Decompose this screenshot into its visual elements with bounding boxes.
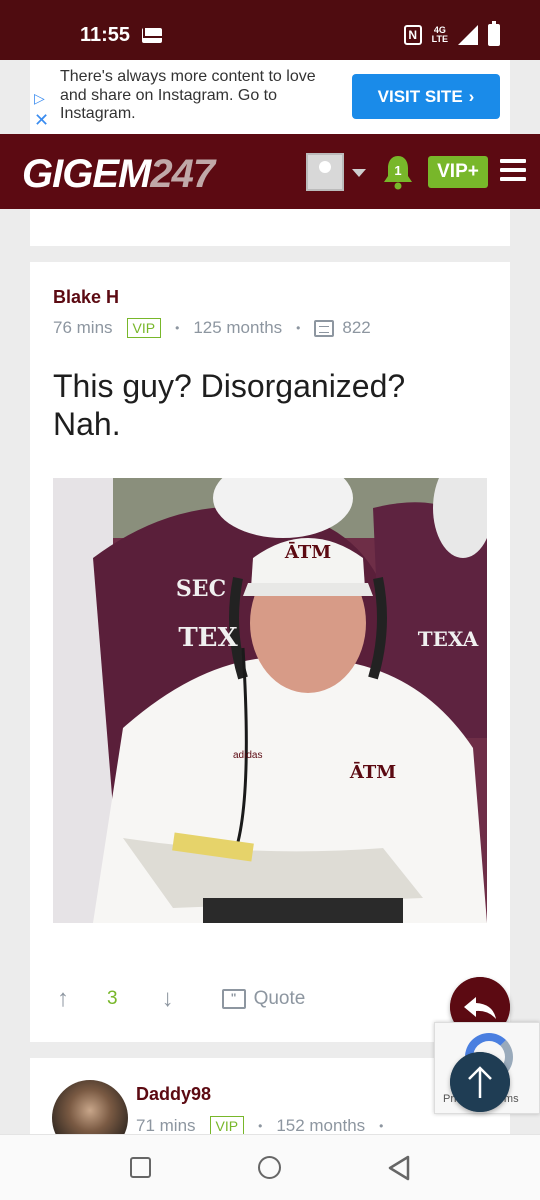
recents-icon[interactable] <box>130 1157 151 1178</box>
close-icon[interactable]: ✕ <box>34 110 49 131</box>
notification-count: 1 <box>394 163 401 178</box>
svg-text:TEXA: TEXA <box>418 627 479 651</box>
quote-icon[interactable]: " <box>221 989 246 1009</box>
post-time: 76 mins <box>53 318 113 337</box>
quote-button[interactable]: Quote <box>254 988 306 1010</box>
downvote-arrow-icon[interactable]: ↓ <box>162 985 174 1013</box>
svg-text:TEX: TEX <box>178 623 238 653</box>
chevron-right-icon: › <box>468 86 475 106</box>
post-count: 822 <box>342 318 371 337</box>
vip-badge: VIP <box>209 1116 245 1136</box>
vote-count: 3 <box>107 988 118 1009</box>
separator-dot: • <box>175 321 180 335</box>
post-image[interactable]: ĀTM ĀTM adidas SEC TEX TEXA <box>53 478 487 923</box>
post-author[interactable]: Daddy98 <box>136 1084 211 1105</box>
hamburger-menu-icon[interactable] <box>500 159 526 181</box>
member-tenure: 152 months <box>276 1116 366 1135</box>
user-avatar[interactable] <box>306 153 344 191</box>
post-meta: 71 mins VIP • 152 months • <box>136 1116 397 1136</box>
separator-dot: • <box>258 1119 263 1133</box>
notification-bell-icon[interactable]: 1 <box>382 154 414 190</box>
previous-post-card <box>30 209 510 246</box>
status-icons: N 4G LTE <box>403 21 500 46</box>
post-time: 71 mins <box>136 1116 196 1135</box>
battery-charging-icon <box>488 21 500 46</box>
system-nav-bar <box>0 1134 540 1200</box>
svg-text:ĀTM: ĀTM <box>349 761 396 783</box>
vip-plus-button[interactable]: VIP+ <box>428 156 488 188</box>
nfc-icon: N <box>403 25 422 45</box>
svg-text:adidas: adidas <box>233 750 262 761</box>
member-tenure: 125 months <box>193 318 283 337</box>
visit-site-label: VISIT SITE <box>377 86 463 106</box>
chevron-down-icon[interactable] <box>352 169 366 177</box>
post-meta: 76 mins VIP • 125 months • 822 <box>53 318 371 338</box>
visit-site-button[interactable]: VISIT SITE › <box>352 74 500 119</box>
svg-text:ĀTM: ĀTM <box>284 541 331 563</box>
comment-icon <box>314 319 335 337</box>
scroll-to-top-button[interactable] <box>450 1052 510 1112</box>
vip-badge: VIP <box>126 318 162 338</box>
post-author[interactable]: Blake H <box>53 287 119 308</box>
mail-icon <box>142 28 163 43</box>
svg-text:SEC: SEC <box>176 576 226 602</box>
status-bar: 11:55 N 4G LTE <box>0 0 540 60</box>
post-actions: ↑ 3 ↓ " Quote <box>53 984 453 1014</box>
post-card: Blake H 76 mins VIP • 125 months • 822 T… <box>30 262 510 1042</box>
ad-text: There's always more content to love and … <box>60 68 316 122</box>
clock: 11:55 <box>80 24 131 46</box>
author-avatar[interactable] <box>52 1080 128 1138</box>
home-icon[interactable] <box>258 1156 281 1179</box>
upvote-arrow-icon[interactable]: ↑ <box>53 985 73 1013</box>
site-header: GIGEM247 1 VIP+ <box>0 134 540 209</box>
post-body: This guy? Disorganized? Nah. <box>53 368 406 442</box>
network-type: 4G LTE <box>431 25 448 44</box>
separator-dot: • <box>379 1119 384 1133</box>
separator-dot: • <box>296 321 301 335</box>
site-logo[interactable]: GIGEM247 <box>22 152 215 197</box>
ad-banner[interactable]: ▷ ✕ There's always more content to love … <box>30 60 510 134</box>
adchoices-icon[interactable]: ▷ <box>34 90 45 107</box>
back-icon[interactable] <box>387 1155 411 1181</box>
signal-icon <box>458 25 478 45</box>
